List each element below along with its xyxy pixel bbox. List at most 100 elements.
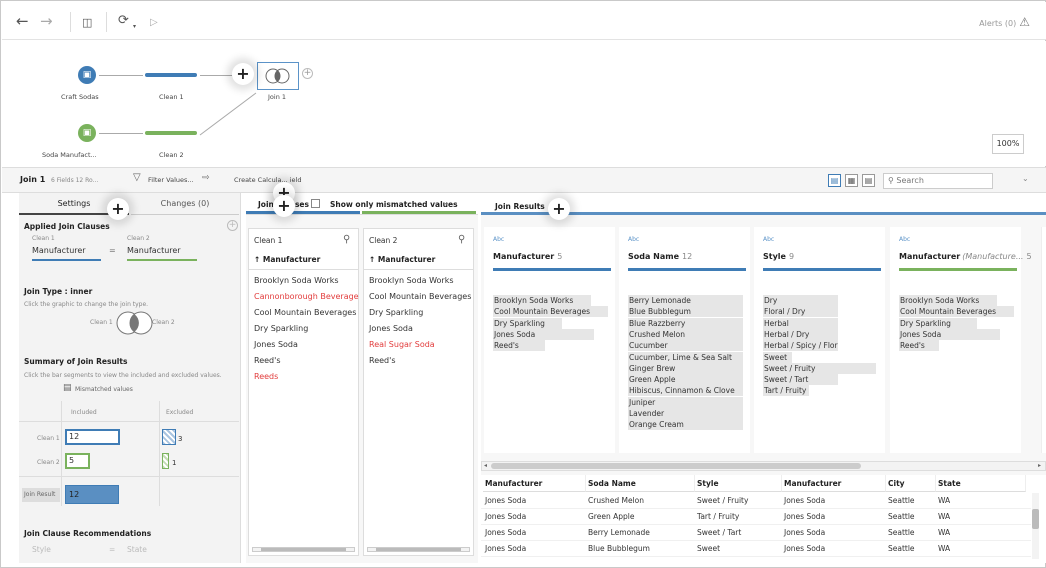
value-bar[interactable]: Blue Bubblegum bbox=[628, 306, 743, 318]
input-node-icon[interactable]: ▣ bbox=[78, 66, 96, 84]
value-bar[interactable]: Cool Mountain Beverages bbox=[899, 306, 1014, 318]
value-bar[interactable]: Cool Mountain Beverages bbox=[493, 306, 608, 318]
value-bar[interactable]: Jones Soda bbox=[493, 328, 594, 340]
calculated-field-icon[interactable]: ⇨ bbox=[202, 173, 210, 183]
value-bar[interactable]: Juniper bbox=[628, 396, 743, 408]
clause-left-field[interactable]: Manufacturer bbox=[32, 246, 101, 261]
value-item[interactable]: Brooklyn Soda Works bbox=[369, 276, 454, 285]
add-plus-button[interactable]: + bbox=[107, 198, 129, 220]
value-bar[interactable]: Herbal bbox=[763, 317, 838, 329]
value-item[interactable]: Reed's bbox=[254, 356, 281, 365]
run-icon[interactable]: ▷ bbox=[150, 14, 158, 32]
value-bar[interactable]: Reed's bbox=[493, 340, 545, 352]
value-bar[interactable]: Sweet / Tart bbox=[763, 374, 838, 386]
tab-changes[interactable]: Changes (0) bbox=[131, 193, 239, 215]
join-result-bar[interactable]: 12 bbox=[65, 485, 119, 504]
column-header[interactable]: Manufacturer bbox=[483, 475, 586, 492]
column-header[interactable]: Style bbox=[695, 475, 782, 492]
value-bar[interactable]: Crushed Melon bbox=[628, 328, 743, 340]
create-calculated-field-button[interactable]: Create Calcula... ield bbox=[234, 176, 301, 184]
scrollbar-thumb[interactable] bbox=[491, 463, 861, 469]
value-bar[interactable]: Berry Lemonade bbox=[628, 295, 743, 306]
value-bar[interactable]: Sweet / Fruity bbox=[763, 362, 876, 374]
horizontal-scrollbar[interactable]: ◂ ▸ bbox=[481, 461, 1046, 471]
value-bar[interactable]: Brooklyn Soda Works bbox=[899, 295, 997, 306]
table-row[interactable]: Jones Soda Blue Bubblegum Sweet Jones Soda S… bbox=[481, 541, 1031, 557]
value-bar[interactable]: Lavender bbox=[628, 408, 743, 419]
value-bar[interactable]: Orange Cream bbox=[628, 419, 743, 431]
mismatch-toggle-label[interactable]: Show only mismatched values bbox=[330, 200, 458, 209]
included-bar[interactable]: 5 bbox=[65, 453, 90, 469]
value-item[interactable]: Dry Sparkling bbox=[254, 324, 308, 333]
card-title[interactable]: Manufacturer 5 bbox=[493, 252, 562, 261]
included-bar[interactable]: 12 bbox=[65, 429, 120, 445]
table-row[interactable]: Jones Soda Crushed Melon Sweet / Fruity Jon… bbox=[481, 493, 1031, 509]
scroll-right-icon[interactable]: ▸ bbox=[1038, 462, 1041, 469]
horizontal-scrollbar[interactable] bbox=[252, 547, 355, 552]
join-node[interactable] bbox=[257, 62, 299, 90]
zoom-level[interactable]: 100% bbox=[992, 134, 1024, 154]
clean-step-bar[interactable] bbox=[145, 131, 197, 135]
chevron-down-icon[interactable]: ▾ bbox=[133, 18, 136, 36]
value-item[interactable]: Cool Mountain Beverages bbox=[369, 292, 471, 301]
add-step-icon[interactable]: + bbox=[302, 68, 313, 79]
list-view-icon[interactable]: ▤ bbox=[862, 174, 875, 187]
value-bar[interactable]: Tart / Fruity bbox=[763, 385, 809, 397]
clause-operator[interactable]: = bbox=[109, 246, 116, 255]
card-view-icon[interactable]: ▤ bbox=[828, 174, 841, 187]
forward-arrow-icon[interactable]: → bbox=[40, 12, 53, 30]
value-bar[interactable]: Reed's bbox=[899, 340, 939, 352]
vertical-scrollbar[interactable] bbox=[1032, 493, 1039, 559]
value-bar[interactable]: Dry Sparkling bbox=[899, 317, 977, 329]
column-header[interactable]: Soda Name bbox=[586, 475, 695, 492]
value-item[interactable]: Reeds bbox=[254, 372, 278, 381]
add-clause-icon[interactable]: + bbox=[227, 220, 238, 231]
value-bar[interactable]: Dry bbox=[763, 295, 838, 306]
column-header[interactable]: City bbox=[886, 475, 936, 492]
value-item[interactable]: Cannonborough Beverage bbox=[254, 292, 359, 301]
filter-icon[interactable]: ▽ bbox=[133, 172, 141, 183]
card-title[interactable]: Manufacturer (Manufacture... 5 bbox=[899, 252, 1032, 261]
value-bar[interactable]: Cucumber, Lime & Sea Salt bbox=[628, 351, 743, 363]
add-plus-button[interactable]: + bbox=[273, 195, 295, 217]
table-row[interactable]: Jones Soda Green Apple Tart / Fruity Jones … bbox=[481, 509, 1031, 525]
card-title[interactable]: Soda Name 12 bbox=[628, 252, 692, 261]
chevron-down-icon[interactable]: ▾ bbox=[445, 201, 448, 208]
table-row[interactable]: Jones Soda Berry Lemonade Sweet / Tart Jone… bbox=[481, 525, 1031, 541]
refresh-icon[interactable]: ⟳ bbox=[118, 12, 129, 30]
value-item[interactable]: Reed's bbox=[369, 356, 396, 365]
value-item[interactable]: Real Sugar Soda bbox=[369, 340, 435, 349]
column-header[interactable]: State bbox=[936, 475, 1026, 492]
value-bar[interactable]: Brooklyn Soda Works bbox=[493, 295, 591, 306]
filter-values-button[interactable]: Filter Values... bbox=[148, 176, 194, 184]
search-input[interactable]: ⚲ Search bbox=[883, 173, 993, 189]
mismatch-checkbox[interactable] bbox=[311, 199, 320, 208]
value-item[interactable]: Jones Soda bbox=[254, 340, 298, 349]
clean-step-bar[interactable] bbox=[145, 73, 197, 77]
value-bar[interactable]: Hibiscus, Cinnamon & Clove bbox=[628, 385, 743, 397]
chevron-down-icon[interactable]: ⌄ bbox=[1022, 174, 1029, 183]
value-bar[interactable]: Cucumber bbox=[628, 340, 743, 352]
value-item[interactable]: Brooklyn Soda Works bbox=[254, 276, 339, 285]
rec-left-field[interactable]: Style bbox=[32, 545, 51, 554]
value-bar[interactable]: Dry Sparkling bbox=[493, 317, 562, 329]
value-bar[interactable]: Blue Razzberry bbox=[628, 317, 743, 329]
value-bar[interactable]: Floral / Dry bbox=[763, 306, 838, 318]
add-step-plus-button[interactable]: + bbox=[232, 63, 254, 85]
value-bar[interactable]: Herbal / Dry bbox=[763, 328, 838, 340]
input-node-icon[interactable]: ▣ bbox=[78, 124, 96, 142]
save-icon[interactable]: ◫ bbox=[82, 14, 92, 32]
search-icon[interactable]: ⚲ bbox=[343, 234, 350, 245]
scroll-left-icon[interactable]: ◂ bbox=[484, 462, 487, 469]
value-bar[interactable]: Herbal / Spicy / Floral bbox=[763, 340, 838, 352]
value-bar[interactable]: Green Apple bbox=[628, 374, 743, 386]
clause-right-field[interactable]: Manufacturer bbox=[127, 246, 197, 261]
back-arrow-icon[interactable]: ← bbox=[16, 12, 29, 30]
value-bar[interactable]: Sweet bbox=[763, 351, 792, 363]
horizontal-scrollbar[interactable] bbox=[367, 547, 470, 552]
value-bar[interactable]: Jones Soda bbox=[899, 328, 1000, 340]
card-title[interactable]: Style 9 bbox=[763, 252, 794, 261]
value-item[interactable]: Cool Mountain Beverages bbox=[254, 308, 356, 317]
alerts-indicator[interactable]: Alerts (0) ⚠ bbox=[979, 15, 1030, 29]
value-item[interactable]: Dry Sparkling bbox=[369, 308, 423, 317]
